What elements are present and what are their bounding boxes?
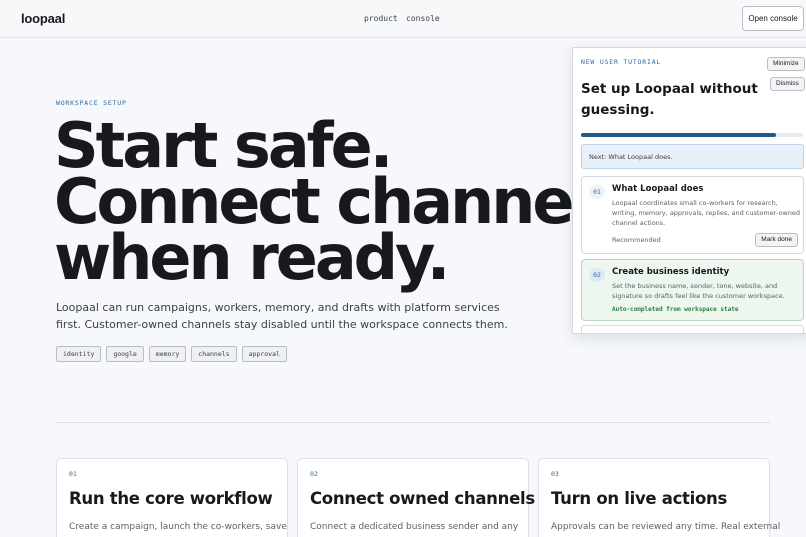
item-description: Set the business name, sender, tone, web…: [612, 282, 785, 300]
item-description: Loopaal coordinates small co-workers for…: [612, 199, 800, 227]
step-number: 02: [310, 470, 318, 478]
step-description: Connect a dedicated business sender and …: [310, 522, 519, 532]
section-divider: [56, 422, 770, 423]
headline-line-3: when ready.: [54, 221, 450, 294]
dismiss-button[interactable]: Dismiss: [770, 77, 805, 91]
hero-subcopy: Loopaal can run campaigns, workers, memo…: [56, 301, 508, 331]
tutorial-panel: NEW USER TUTORIAL Minimize Dismiss Set u…: [572, 47, 806, 334]
open-console-button[interactable]: Open console: [742, 6, 804, 31]
step-number: 03: [551, 470, 559, 478]
tag-approval: approval: [241, 346, 287, 362]
mark-done-button[interactable]: Mark done: [755, 233, 798, 247]
tutorial-progress-bar: [581, 133, 803, 137]
item-status: Auto-completed from workspace state: [612, 306, 739, 313]
tutorial-title: Set up Loopaal without guessing.: [581, 81, 758, 118]
item-title: Create business identity: [612, 267, 730, 277]
progress-fill: [581, 133, 777, 137]
nav-console-link[interactable]: console: [406, 14, 440, 23]
tutorial-item-business-identity[interactable]: 02 Create business identity Set the busi…: [581, 259, 804, 321]
step-number: 01: [69, 470, 77, 478]
tag-list: identity google memory channels approval: [56, 346, 287, 362]
step-card-live-actions: 03 Turn on live actions Approvals can be…: [538, 458, 780, 537]
tag-memory: memory: [148, 346, 187, 362]
top-bar: loopaal product console Open console: [0, 0, 806, 38]
tutorial-item-what-loopaal-does[interactable]: 01 What Loopaal does Loopaal coordinates…: [581, 176, 804, 254]
tutorial-eyebrow: NEW USER TUTORIAL: [581, 58, 662, 66]
hero-eyebrow: WORKSPACE SETUP: [56, 99, 127, 107]
minimize-button[interactable]: Minimize: [767, 57, 805, 71]
step-title: Run the core workflow: [69, 489, 273, 508]
step-card-owned-channels: 02 Connect owned channels Connect a dedi…: [297, 458, 535, 537]
step-description: Create a campaign, launch the co-workers…: [69, 522, 287, 532]
tag-google: google: [106, 346, 144, 362]
item-number: 02: [589, 268, 605, 282]
tag-channels: channels: [191, 346, 237, 362]
step-title: Turn on live actions: [551, 489, 728, 508]
tag-identity: identity: [56, 346, 102, 362]
next-step-banner: Next: What Loopaal does.: [581, 144, 804, 169]
step-title: Connect owned channels: [310, 489, 535, 508]
next-step-text: Next: What Loopaal does.: [589, 153, 673, 161]
item-status: Recommended: [612, 236, 661, 244]
nav-product-link[interactable]: product: [364, 14, 398, 23]
step-description: Approvals can be reviewed any time. Real…: [551, 522, 781, 532]
tutorial-item-next-partial[interactable]: [581, 325, 804, 333]
logo[interactable]: loopaal: [21, 11, 65, 26]
item-number: 01: [589, 185, 605, 199]
step-card-core-workflow: 01 Run the core workflow Create a campai…: [56, 458, 288, 537]
item-title: What Loopaal does: [612, 184, 704, 194]
hero-headline: Start safe. Connect channels when ready.: [54, 115, 627, 294]
